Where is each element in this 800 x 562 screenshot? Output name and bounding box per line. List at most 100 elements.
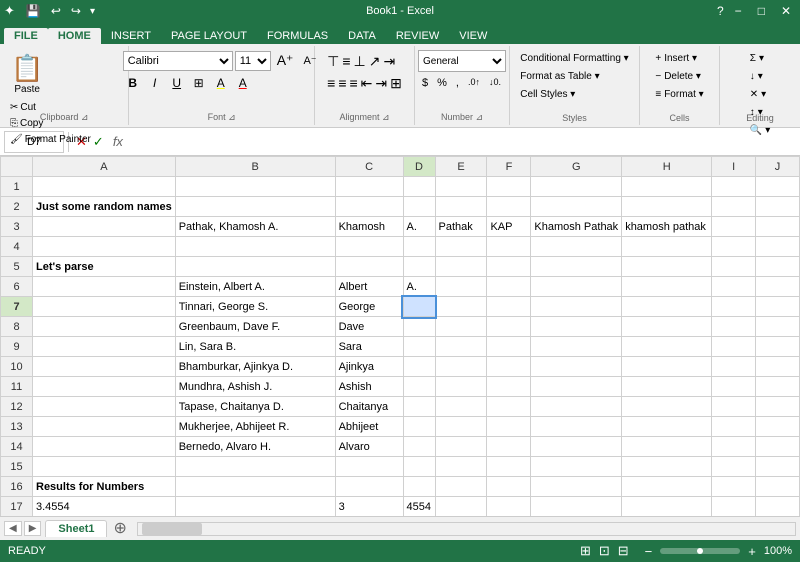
cell-A10[interactable] <box>33 357 176 377</box>
cell-D16[interactable] <box>403 477 435 497</box>
orientation-btn[interactable]: ↗ <box>368 50 382 70</box>
cell-H17[interactable] <box>622 497 712 517</box>
cell-A4[interactable] <box>33 237 176 257</box>
col-header-f[interactable]: F <box>487 157 531 177</box>
cell-A7[interactable] <box>33 297 176 317</box>
cell-H15[interactable] <box>622 457 712 477</box>
tab-formulas[interactable]: FORMULAS <box>257 28 338 44</box>
row-number-10[interactable]: 10 <box>1 357 33 377</box>
cell-D1[interactable] <box>403 177 435 197</box>
cell-E2[interactable] <box>435 197 487 217</box>
increase-decimal-btn[interactable]: .0↑ <box>464 75 484 91</box>
cell-J12[interactable] <box>756 397 800 417</box>
find-select-btn[interactable]: 🔍 ▾ <box>745 122 775 139</box>
format-painter-button[interactable]: 🖌Format Painter <box>6 132 95 147</box>
merge-btn[interactable]: ⊞ <box>389 72 403 92</box>
font-name-select[interactable]: Calibri <box>123 51 233 71</box>
cell-C5[interactable] <box>335 257 403 277</box>
row-number-3[interactable]: 3 <box>1 217 33 237</box>
tab-insert[interactable]: INSERT <box>101 28 161 44</box>
cell-B8[interactable]: Greenbaum, Dave F. <box>175 317 335 337</box>
cell-B7[interactable]: Tinnari, George S. <box>175 297 335 317</box>
cell-F16[interactable] <box>487 477 531 497</box>
increase-indent-btn[interactable]: ⇥ <box>374 72 388 92</box>
col-header-c[interactable]: C <box>335 157 403 177</box>
save-quick-btn[interactable]: 💾 <box>23 3 44 19</box>
cell-F13[interactable] <box>487 417 531 437</box>
cell-E11[interactable] <box>435 377 487 397</box>
cell-A3[interactable] <box>33 217 176 237</box>
cell-D4[interactable] <box>403 237 435 257</box>
cell-H6[interactable] <box>622 277 712 297</box>
underline-btn[interactable]: U <box>167 74 187 92</box>
cell-C7[interactable]: George <box>335 297 403 317</box>
cell-F5[interactable] <box>487 257 531 277</box>
cell-G9[interactable] <box>531 337 622 357</box>
cell-I16[interactable] <box>712 477 756 497</box>
scroll-sheets-left-btn[interactable]: ◀ <box>4 521 22 536</box>
cell-G14[interactable] <box>531 437 622 457</box>
row-number-14[interactable]: 14 <box>1 437 33 457</box>
cell-A11[interactable] <box>33 377 176 397</box>
customize-quick-access-btn[interactable]: ▾ <box>88 5 97 18</box>
cell-F3[interactable]: KAP <box>487 217 531 237</box>
col-header-j[interactable]: J <box>756 157 800 177</box>
cell-A6[interactable] <box>33 277 176 297</box>
cell-G16[interactable] <box>531 477 622 497</box>
cell-A1[interactable] <box>33 177 176 197</box>
cell-H11[interactable] <box>622 377 712 397</box>
col-header-i[interactable]: I <box>712 157 756 177</box>
cell-B4[interactable] <box>175 237 335 257</box>
cell-I2[interactable] <box>712 197 756 217</box>
cell-I4[interactable] <box>712 237 756 257</box>
cell-F15[interactable] <box>487 457 531 477</box>
row-number-4[interactable]: 4 <box>1 237 33 257</box>
cell-J5[interactable] <box>756 257 800 277</box>
cell-H8[interactable] <box>622 317 712 337</box>
tab-data[interactable]: DATA <box>338 28 386 44</box>
cell-C3[interactable]: Khamosh <box>335 217 403 237</box>
cell-E15[interactable] <box>435 457 487 477</box>
cell-D12[interactable] <box>403 397 435 417</box>
cell-J10[interactable] <box>756 357 800 377</box>
row-number-5[interactable]: 5 <box>1 257 33 277</box>
cell-F4[interactable] <box>487 237 531 257</box>
cell-F10[interactable] <box>487 357 531 377</box>
clear-btn[interactable]: ✕ ▾ <box>745 86 771 103</box>
format-as-table-btn[interactable]: Format as Table ▾ <box>513 68 606 85</box>
cell-G7[interactable] <box>531 297 622 317</box>
cell-I9[interactable] <box>712 337 756 357</box>
cell-F8[interactable] <box>487 317 531 337</box>
formula-input[interactable] <box>129 131 796 153</box>
cell-C8[interactable]: Dave <box>335 317 403 337</box>
cell-D14[interactable] <box>403 437 435 457</box>
cell-C1[interactable] <box>335 177 403 197</box>
cell-F7[interactable] <box>487 297 531 317</box>
cell-E12[interactable] <box>435 397 487 417</box>
decrease-decimal-btn[interactable]: ↓0. <box>485 75 505 91</box>
cell-B12[interactable]: Tapase, Chaitanya D. <box>175 397 335 417</box>
cell-A16[interactable]: Results for Numbers <box>33 477 176 497</box>
cell-A13[interactable] <box>33 417 176 437</box>
cell-C6[interactable]: Albert <box>335 277 403 297</box>
tab-view[interactable]: VIEW <box>449 28 497 44</box>
cell-H3[interactable]: khamosh pathak <box>622 217 712 237</box>
cell-G8[interactable] <box>531 317 622 337</box>
cell-F6[interactable] <box>487 277 531 297</box>
cell-B17[interactable] <box>175 497 335 517</box>
fill-color-btn[interactable]: A <box>211 74 231 92</box>
cell-E16[interactable] <box>435 477 487 497</box>
cell-D6[interactable]: A. <box>403 277 435 297</box>
cell-H4[interactable] <box>622 237 712 257</box>
row-number-9[interactable]: 9 <box>1 337 33 357</box>
cell-I3[interactable] <box>712 217 756 237</box>
tab-home[interactable]: HOME <box>48 28 101 44</box>
cell-C15[interactable] <box>335 457 403 477</box>
align-left-btn[interactable]: ≡ <box>326 72 336 92</box>
cell-G17[interactable] <box>531 497 622 517</box>
cell-I6[interactable] <box>712 277 756 297</box>
cell-styles-btn[interactable]: Cell Styles ▾ <box>513 86 582 103</box>
col-header-e[interactable]: E <box>435 157 487 177</box>
cell-G15[interactable] <box>531 457 622 477</box>
cell-H16[interactable] <box>622 477 712 497</box>
